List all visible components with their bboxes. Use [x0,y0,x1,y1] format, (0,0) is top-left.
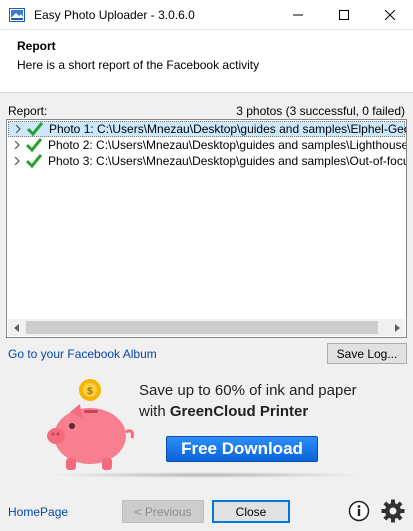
list-item-text: Photo 2: C:\Users\Mnezau\Desktop\guides … [48,138,407,152]
minimize-icon [293,14,303,16]
horizontal-scrollbar[interactable] [8,319,405,336]
report-label: Report: [8,104,48,118]
expand-chevron-icon[interactable] [9,121,27,137]
wizard-header: Report Here is a short report of the Fac… [0,30,413,93]
window-title: Easy Photo Uploader - 3.0.6.0 [34,8,195,22]
scroll-left-icon[interactable] [8,319,25,336]
page-title: Report [17,39,56,53]
gear-icon [381,499,405,523]
save-log-button[interactable]: Save Log... [327,343,407,364]
maximize-icon [339,10,349,20]
success-check-icon [26,153,46,169]
page-subtitle: Here is a short report of the Facebook a… [17,58,260,72]
expand-chevron-icon[interactable] [8,137,26,153]
info-button[interactable] [347,499,371,523]
close-icon [385,10,395,20]
minimize-button[interactable] [275,0,321,30]
homepage-link[interactable]: HomePage [8,505,68,519]
report-summary: 3 photos (3 successful, 0 failed) [236,104,405,118]
ad-brand-name: GreenCloud Printer [169,403,309,420]
ad-subheadline: with GreenCloud Printer [139,403,308,420]
success-check-icon [26,137,46,153]
facebook-album-link[interactable]: Go to your Facebook Album [8,347,157,361]
success-check-icon [27,121,47,137]
photo-uploader-icon [9,7,25,23]
ad-subheadline-prefix: with [139,403,170,420]
title-bar: Easy Photo Uploader - 3.0.6.0 [0,0,413,30]
scroll-right-icon[interactable] [388,319,405,336]
list-item[interactable]: Photo 2: C:\Users\Mnezau\Desktop\guides … [8,137,407,153]
previous-button[interactable]: < Previous [122,500,204,523]
list-item[interactable]: Photo 3: C:\Users\Mnezau\Desktop\guides … [8,153,407,169]
settings-button[interactable] [380,498,406,524]
maximize-button[interactable] [321,0,367,30]
svg-text:$: $ [87,386,94,397]
report-tree-list[interactable]: Photo 1: C:\Users\Mnezau\Desktop\guides … [6,119,407,338]
list-item-text: Photo 1: C:\Users\Mnezau\Desktop\guides … [49,122,407,136]
close-window-button[interactable] [367,0,413,30]
piggy-bank-icon[interactable]: $ [46,376,136,472]
info-icon [348,500,370,522]
ad-shadow [46,472,366,478]
list-item-text: Photo 3: C:\Users\Mnezau\Desktop\guides … [48,154,407,168]
free-download-button[interactable]: Free Download [166,436,318,462]
expand-chevron-icon[interactable] [8,153,26,169]
scrollbar-thumb[interactable] [26,321,378,334]
ad-headline: Save up to 60% of ink and paper [139,382,357,399]
list-item[interactable]: Photo 1: C:\Users\Mnezau\Desktop\guides … [8,121,407,137]
close-button[interactable]: Close [212,500,290,523]
